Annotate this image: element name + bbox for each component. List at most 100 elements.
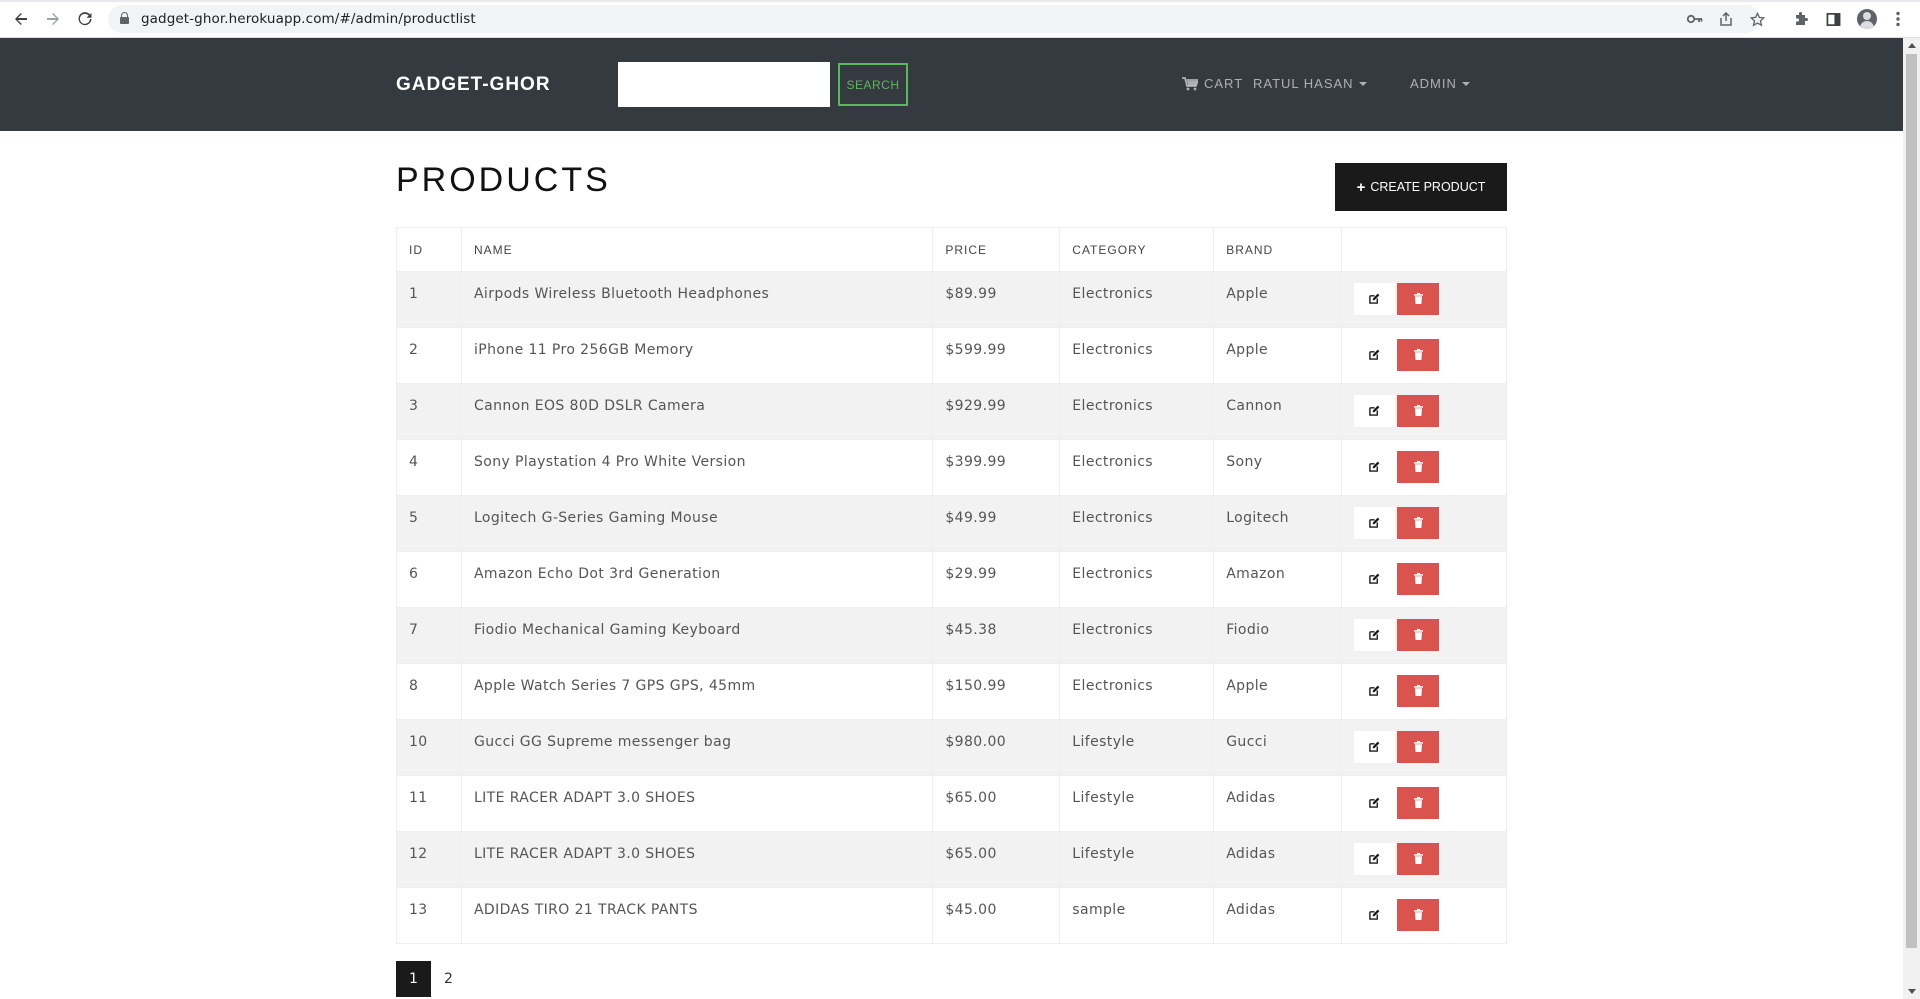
table-row: 6 Amazon Echo Dot 3rd Generation $29.99 Ele…: [396, 551, 1507, 608]
user-name-label: RATUL HASAN: [1253, 76, 1354, 91]
cell-id: 4: [396, 439, 462, 496]
edit-product-button[interactable]: [1354, 899, 1396, 931]
scrollbar-thumb[interactable]: [1906, 54, 1917, 948]
edit-product-button[interactable]: [1354, 283, 1396, 315]
cell-category: Electronics: [1059, 495, 1215, 552]
back-arrow-icon[interactable]: [10, 8, 32, 30]
trash-icon: [1413, 796, 1423, 811]
brand-logo[interactable]: GADGET-GHOR: [396, 74, 551, 96]
page-scrollbar[interactable]: [1903, 38, 1920, 999]
edit-product-button[interactable]: [1354, 731, 1396, 763]
delete-product-button[interactable]: [1397, 563, 1440, 595]
address-bar[interactable]: gadget-ghor.herokuapp.com/#/admin/produc…: [108, 5, 1765, 33]
bookmark-star-icon[interactable]: [1748, 10, 1766, 28]
cell-actions: [1341, 439, 1507, 496]
delete-product-button[interactable]: [1397, 899, 1440, 931]
cell-brand: Fiodio: [1213, 607, 1343, 664]
edit-icon: [1369, 796, 1380, 811]
cell-brand: Adidas: [1213, 775, 1343, 832]
key-icon[interactable]: [1686, 10, 1704, 28]
cell-category: Lifestyle: [1059, 719, 1215, 776]
edit-product-button[interactable]: [1354, 563, 1396, 595]
cell-id: 8: [396, 663, 462, 720]
cell-category: Electronics: [1059, 271, 1215, 328]
trash-icon: [1413, 684, 1423, 699]
cell-brand: Apple: [1213, 663, 1343, 720]
edit-product-button[interactable]: [1354, 395, 1396, 427]
edit-icon: [1369, 516, 1380, 531]
admin-label: ADMIN: [1410, 76, 1457, 91]
table-row: 10 Gucci GG Supreme messenger bag $980.00 L…: [396, 719, 1507, 776]
page-title: PRODUCTS: [396, 161, 611, 199]
delete-product-button[interactable]: [1397, 283, 1440, 315]
cell-name: LITE RACER ADAPT 3.0 SHOES: [460, 775, 934, 832]
search-input[interactable]: [618, 62, 830, 107]
cell-category: Electronics: [1059, 383, 1215, 440]
reload-icon[interactable]: [74, 8, 96, 30]
cell-category: Electronics: [1059, 439, 1215, 496]
cell-id: 7: [396, 607, 462, 664]
cell-brand: Cannon: [1213, 383, 1343, 440]
scroll-down-arrow-icon[interactable]: [1908, 989, 1916, 994]
kebab-menu-icon[interactable]: [1888, 9, 1908, 29]
edit-icon: [1369, 348, 1380, 363]
edit-product-button[interactable]: [1354, 619, 1396, 651]
cell-brand: Amazon: [1213, 551, 1343, 608]
cell-id: 3: [396, 383, 462, 440]
share-icon[interactable]: [1717, 10, 1735, 28]
edit-product-button[interactable]: [1354, 787, 1396, 819]
delete-product-button[interactable]: [1397, 339, 1440, 371]
user-dropdown[interactable]: RATUL HASAN: [1253, 76, 1367, 91]
profile-avatar-icon[interactable]: [1857, 9, 1877, 29]
lock-icon: [120, 12, 129, 24]
edit-product-button[interactable]: [1354, 843, 1396, 875]
edit-product-button[interactable]: [1354, 507, 1396, 539]
table-header-row: ID NAME PRICE CATEGORY BRAND: [396, 227, 1507, 272]
side-panel-icon[interactable]: [1823, 9, 1843, 29]
cell-brand: Adidas: [1213, 831, 1343, 888]
cell-name: ADIDAS TIRO 21 TRACK PANTS: [460, 887, 934, 944]
cell-id: 5: [396, 495, 462, 552]
cell-name: Cannon EOS 80D DSLR Camera: [460, 383, 934, 440]
edit-product-button[interactable]: [1354, 451, 1396, 483]
cell-price: $49.99: [932, 495, 1061, 552]
create-product-label: CREATE PRODUCT: [1370, 180, 1486, 194]
edit-product-button[interactable]: [1354, 675, 1396, 707]
cell-price: $65.00: [932, 831, 1061, 888]
scroll-up-arrow-icon[interactable]: [1908, 43, 1916, 48]
edit-icon: [1369, 908, 1380, 923]
table-row: 2 iPhone 11 Pro 256GB Memory $599.99 Electr…: [396, 327, 1507, 384]
page-link-1[interactable]: 1: [396, 961, 431, 997]
delete-product-button[interactable]: [1397, 507, 1440, 539]
forward-arrow-icon[interactable]: [42, 8, 64, 30]
cell-actions: [1341, 663, 1507, 720]
column-header-price: PRICE: [932, 227, 1061, 272]
cell-brand: Gucci: [1213, 719, 1343, 776]
edit-icon: [1369, 852, 1380, 867]
edit-product-button[interactable]: [1354, 339, 1396, 371]
create-product-button[interactable]: + CREATE PRODUCT: [1335, 163, 1507, 211]
delete-product-button[interactable]: [1397, 619, 1440, 651]
cell-id: 1: [396, 271, 462, 328]
delete-product-button[interactable]: [1397, 395, 1440, 427]
delete-product-button[interactable]: [1397, 787, 1440, 819]
table-row: 11 LITE RACER ADAPT 3.0 SHOES $65.00 Lifest…: [396, 775, 1507, 832]
cart-link[interactable]: CART: [1182, 76, 1243, 91]
delete-product-button[interactable]: [1397, 675, 1440, 707]
cell-actions: [1341, 607, 1507, 664]
cell-price: $65.00: [932, 775, 1061, 832]
admin-dropdown[interactable]: ADMIN: [1410, 76, 1470, 91]
cell-id: 6: [396, 551, 462, 608]
delete-product-button[interactable]: [1397, 731, 1440, 763]
delete-product-button[interactable]: [1397, 451, 1440, 483]
cell-category: Lifestyle: [1059, 775, 1215, 832]
extensions-puzzle-icon[interactable]: [1791, 9, 1811, 29]
search-button[interactable]: SEARCH: [838, 63, 908, 106]
cell-id: 12: [396, 831, 462, 888]
cell-id: 11: [396, 775, 462, 832]
page-link-2[interactable]: 2: [431, 961, 466, 997]
cell-price: $45.38: [932, 607, 1061, 664]
edit-icon: [1369, 460, 1380, 475]
cell-price: $980.00: [932, 719, 1061, 776]
delete-product-button[interactable]: [1397, 843, 1440, 875]
